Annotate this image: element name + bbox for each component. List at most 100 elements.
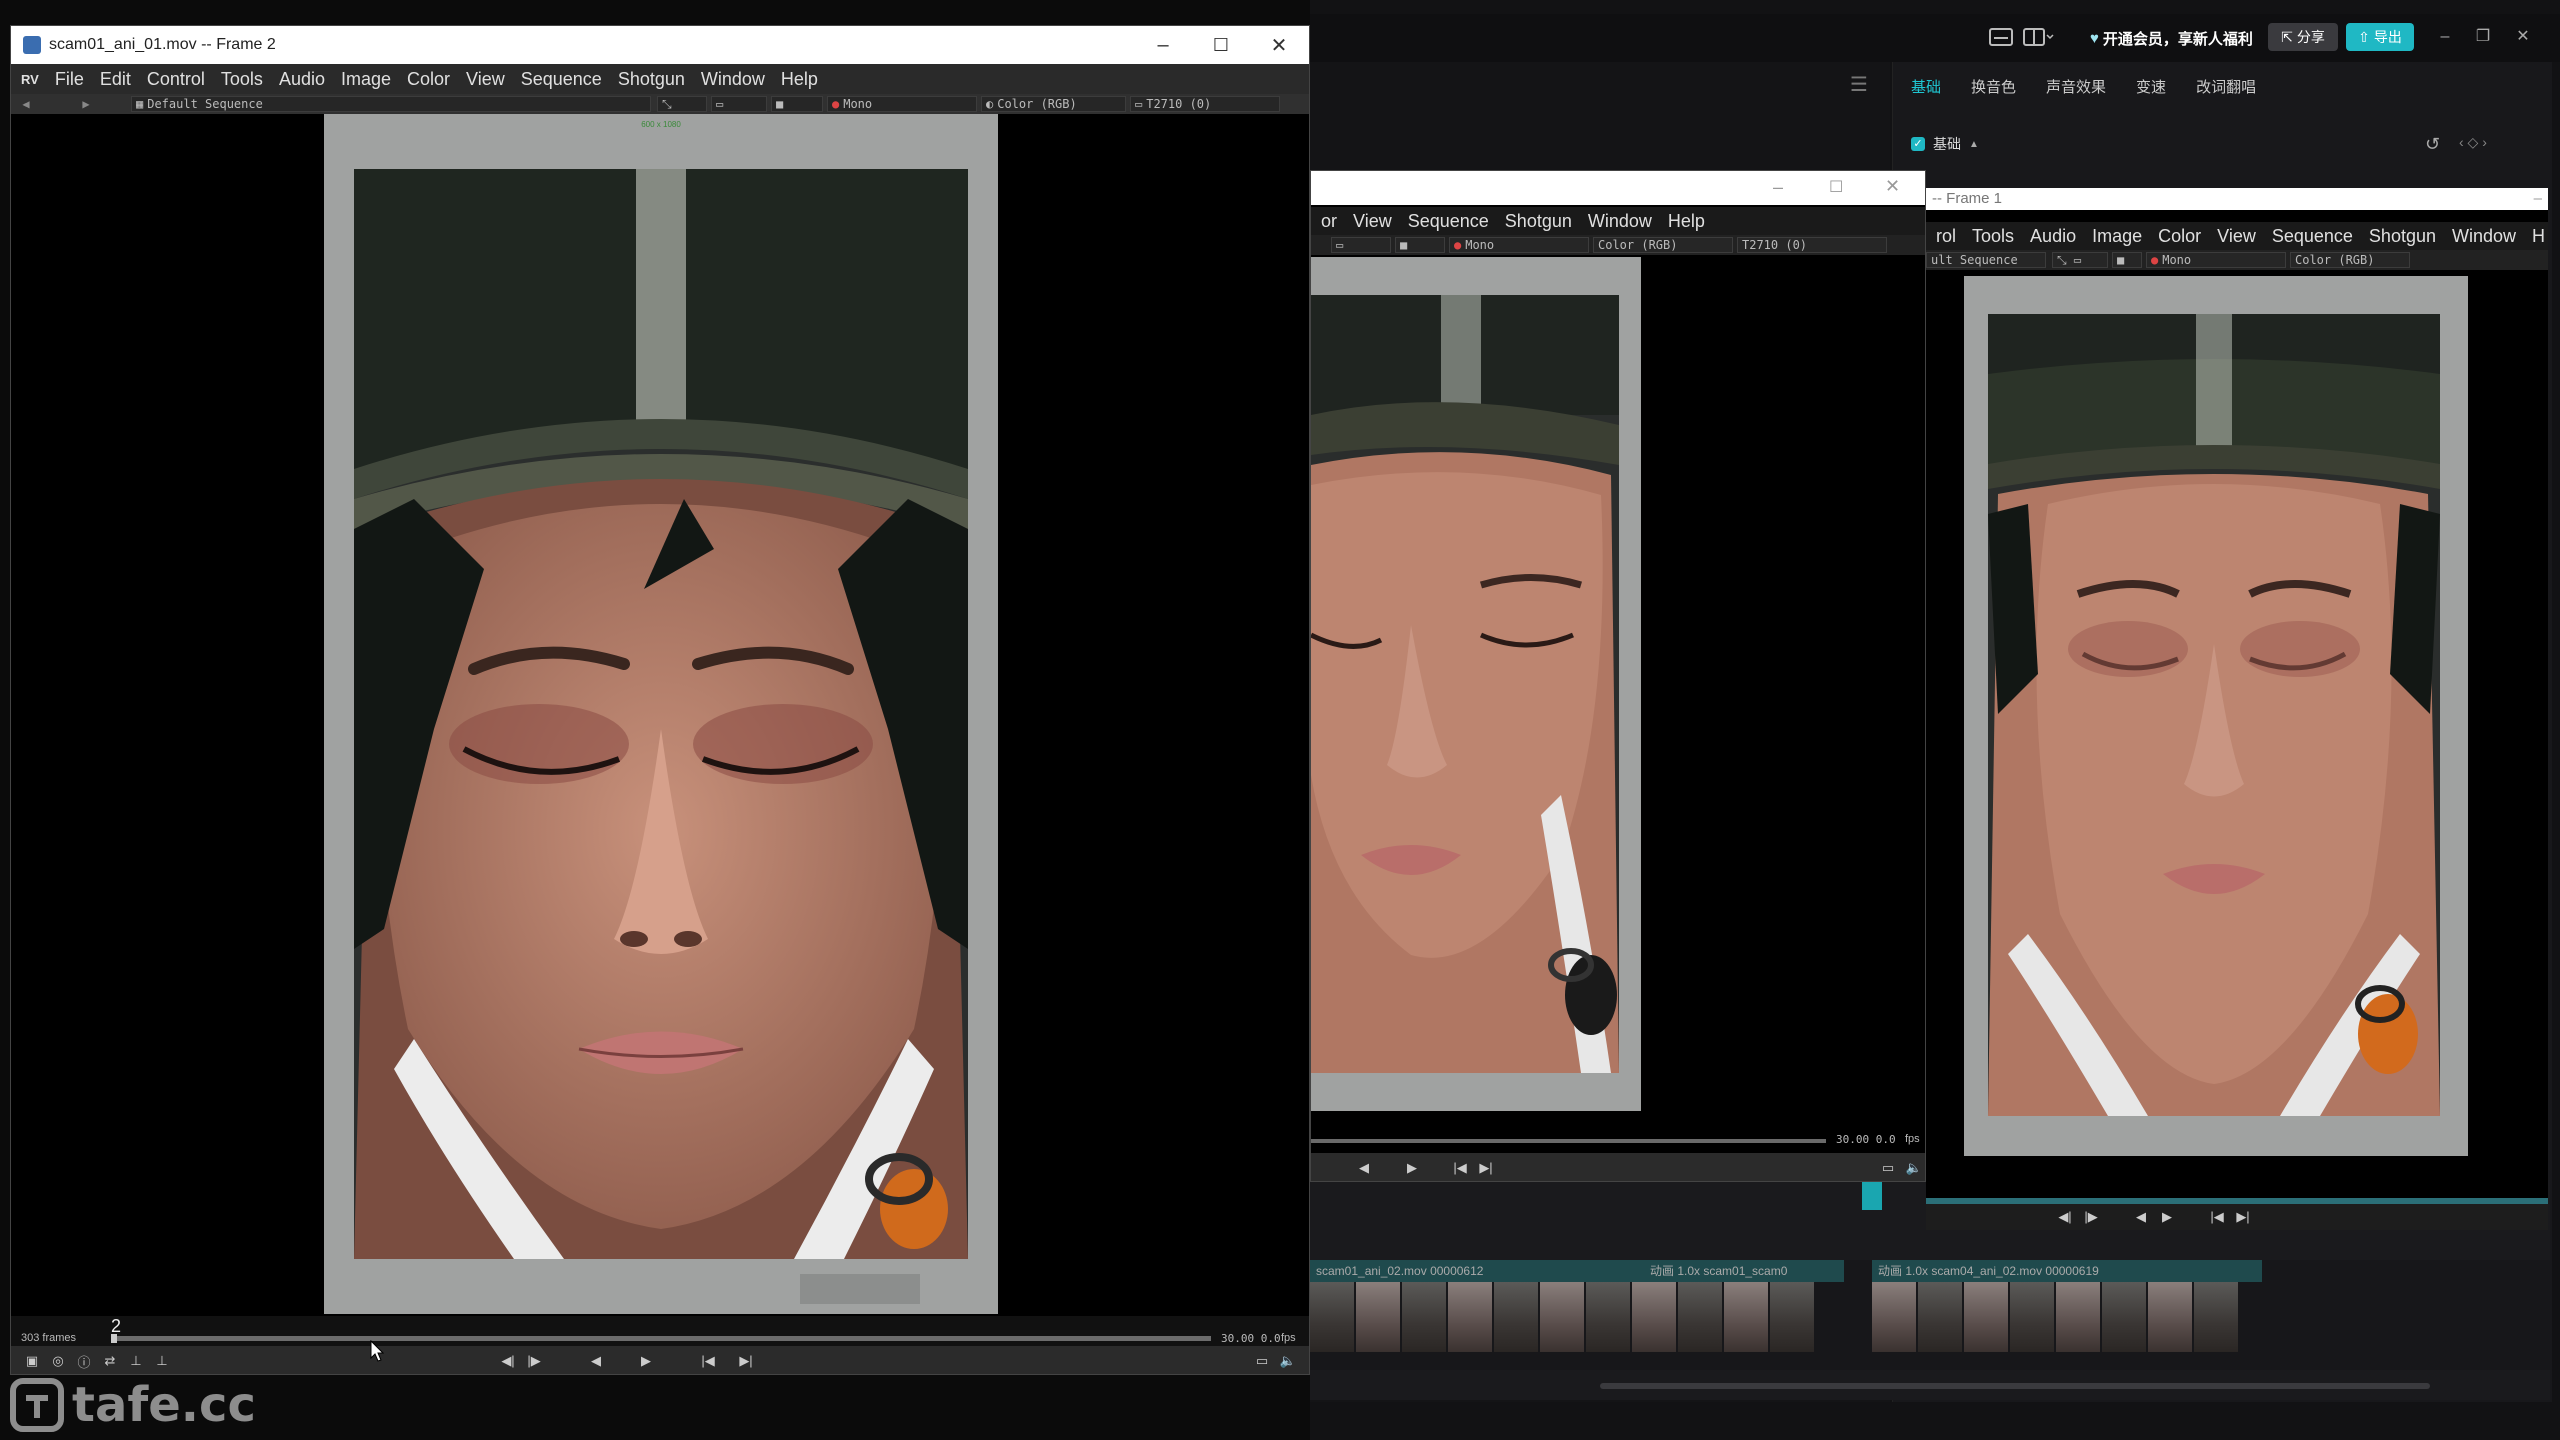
close-icon[interactable]: ✕	[1259, 33, 1299, 58]
menu-image[interactable]: Image	[2092, 226, 2142, 247]
bg-select[interactable]: ■	[771, 96, 823, 112]
layout-icon[interactable]	[2022, 26, 2054, 52]
tab-basic[interactable]: 基础	[1911, 76, 1941, 98]
member-promo[interactable]: ♥ 开通会员，享新人福利	[2090, 24, 2253, 52]
wipe-tool[interactable]: ▭	[1331, 237, 1391, 253]
step-back-icon[interactable]: ◀|	[495, 1350, 521, 1372]
channel-select[interactable]: ● Mono	[827, 96, 977, 112]
menu-color[interactable]: Color	[407, 69, 450, 90]
display-select[interactable]: T2710 (0)	[1737, 237, 1887, 253]
subtitle-icon[interactable]	[1988, 26, 2014, 52]
sequence-select[interactable]: ▦ Default Sequence	[131, 96, 651, 112]
menu-view[interactable]: View	[1353, 211, 1392, 232]
frame-tool[interactable]: ▭	[711, 96, 767, 112]
play-back-icon[interactable]: ◀	[2128, 1206, 2154, 1228]
reset-icon[interactable]: ↺	[2425, 134, 2440, 155]
share-button[interactable]: ⇱ 分享	[2268, 23, 2338, 51]
step-back-icon[interactable]: ◀|	[2052, 1206, 2078, 1228]
menu-help[interactable]: Help	[781, 69, 818, 90]
color-select[interactable]: Color (RGB)	[2290, 252, 2410, 268]
timeline-playhead[interactable]	[1862, 1180, 1882, 1210]
display-icon[interactable]: ▭	[1249, 1350, 1275, 1372]
menu-audio[interactable]: Audio	[2030, 226, 2076, 247]
color-select[interactable]: ◐ Color (RGB)	[981, 96, 1126, 112]
scrub-track[interactable]	[1311, 1139, 1826, 1143]
wipe-tool[interactable]: ⤡ ▭	[2052, 252, 2108, 268]
menu-sequence[interactable]: Sequence	[1408, 211, 1489, 232]
tab-speed[interactable]: 变速	[2136, 76, 2166, 98]
clip-2[interactable]: 动画 1.0x scam01_scam0	[1644, 1260, 1844, 1282]
menu-audio[interactable]: Audio	[279, 69, 325, 90]
menu-window[interactable]: Window	[2452, 226, 2516, 247]
volume-icon[interactable]: 🔈	[1275, 1350, 1301, 1372]
clip-3[interactable]: 动画 1.0x scam04_ani_02.mov 00000619	[1872, 1260, 2262, 1352]
minimize-icon[interactable]: –	[2436, 28, 2454, 46]
play-icon[interactable]: ▶	[633, 1350, 659, 1372]
color-icon[interactable]: ◎	[45, 1350, 71, 1372]
color-select[interactable]: Color (RGB)	[1593, 237, 1733, 253]
step-forward-icon[interactable]: |▶	[2078, 1206, 2104, 1228]
timeline-scrollbar[interactable]	[1600, 1383, 2430, 1389]
menu-tools[interactable]: Tools	[1972, 226, 2014, 247]
minimize-icon[interactable]: –	[1773, 177, 1783, 198]
restore-icon[interactable]: ❐	[2474, 28, 2492, 46]
menu-shotgun[interactable]: Shotgun	[1505, 211, 1572, 232]
channel-select[interactable]: ● Mono	[1449, 237, 1589, 253]
scrub-handle[interactable]	[111, 1334, 117, 1343]
menu-help[interactable]: Help	[1668, 211, 1705, 232]
skip-start-icon[interactable]: |◀	[2204, 1206, 2230, 1228]
menu-color[interactable]: Color	[2158, 226, 2201, 247]
menu-control[interactable]: Control	[147, 69, 205, 90]
menu-sequence[interactable]: Sequence	[521, 69, 602, 90]
forward-icon[interactable]: ▶	[71, 97, 101, 111]
skip-start-icon[interactable]: |◀	[695, 1350, 721, 1372]
tab-sound-effect[interactable]: 声音效果	[2046, 76, 2106, 98]
view-icon[interactable]: ▣	[19, 1350, 45, 1372]
channel-select[interactable]: ● Mono	[2146, 252, 2286, 268]
skip-end-icon[interactable]: ▶|	[1473, 1157, 1499, 1179]
tab-voice-change[interactable]: 换音色	[1971, 76, 2016, 98]
rv-main-scrubbar[interactable]: 303 frames 2 30.00 0.0 fps	[11, 1316, 1309, 1346]
out-point-icon[interactable]: ⊥	[149, 1350, 175, 1372]
tab-lyric-cover[interactable]: 改词翻唱	[2196, 76, 2256, 98]
close-icon[interactable]: ✕	[2514, 28, 2532, 46]
skip-end-icon[interactable]: ▶|	[733, 1350, 759, 1372]
maximize-icon[interactable]: ☐	[1829, 177, 1843, 197]
display-icon[interactable]: ▭	[1875, 1157, 1901, 1179]
menu-image[interactable]: Image	[341, 69, 391, 90]
keyframe-icon[interactable]: ‹ ◇ ›	[2459, 134, 2487, 151]
play-icon[interactable]: ▶	[1399, 1157, 1425, 1179]
loop-icon[interactable]: ⇄	[97, 1350, 123, 1372]
menu-control[interactable]: rol	[1936, 226, 1956, 247]
maximize-icon[interactable]: ☐	[1201, 35, 1241, 56]
rv-mid-scrubbar[interactable]: 30.00 0.0 fps	[1311, 1131, 1925, 1153]
rv-main-viewport[interactable]: 600 x 1080 303 frames 2 30.00 0.0 fps	[11, 114, 1309, 1346]
basic-section-toggle[interactable]: ✓ 基础 ▲	[1911, 134, 1979, 154]
display-select[interactable]: ▭ T2710 (0)	[1130, 96, 1280, 112]
skip-end-icon[interactable]: ▶|	[2230, 1206, 2256, 1228]
in-point-icon[interactable]: ⊥	[123, 1350, 149, 1372]
bg-select[interactable]: ■	[2112, 252, 2142, 268]
minimize-icon[interactable]: –	[1143, 34, 1183, 57]
info-icon[interactable]: ⓘ	[71, 1350, 97, 1372]
menu-help[interactable]: H	[2532, 226, 2545, 247]
menu-window[interactable]: Window	[1588, 211, 1652, 232]
wipe-tool[interactable]: ⤡	[657, 96, 707, 112]
menu-sequence[interactable]: Sequence	[2272, 226, 2353, 247]
menu-view[interactable]: View	[2217, 226, 2256, 247]
play-back-icon[interactable]: ◀	[583, 1350, 609, 1372]
back-icon[interactable]: ◀	[11, 97, 41, 111]
menu-shotgun[interactable]: Shotgun	[2369, 226, 2436, 247]
close-icon[interactable]: ✕	[1885, 176, 1900, 197]
step-forward-icon[interactable]: |▶	[521, 1350, 547, 1372]
sequence-select[interactable]: ult Sequence	[1926, 252, 2046, 268]
menu-edit[interactable]: Edit	[100, 69, 131, 90]
play-icon[interactable]: ▶	[2154, 1206, 2180, 1228]
skip-start-icon[interactable]: |◀	[1447, 1157, 1473, 1179]
play-back-icon[interactable]: ◀	[1351, 1157, 1377, 1179]
menu-icon[interactable]: ☰	[1850, 72, 1868, 97]
bg-select[interactable]: ■	[1395, 237, 1445, 253]
menu-color[interactable]: or	[1321, 211, 1337, 232]
scrub-track[interactable]	[111, 1336, 1211, 1341]
menu-tools[interactable]: Tools	[221, 69, 263, 90]
